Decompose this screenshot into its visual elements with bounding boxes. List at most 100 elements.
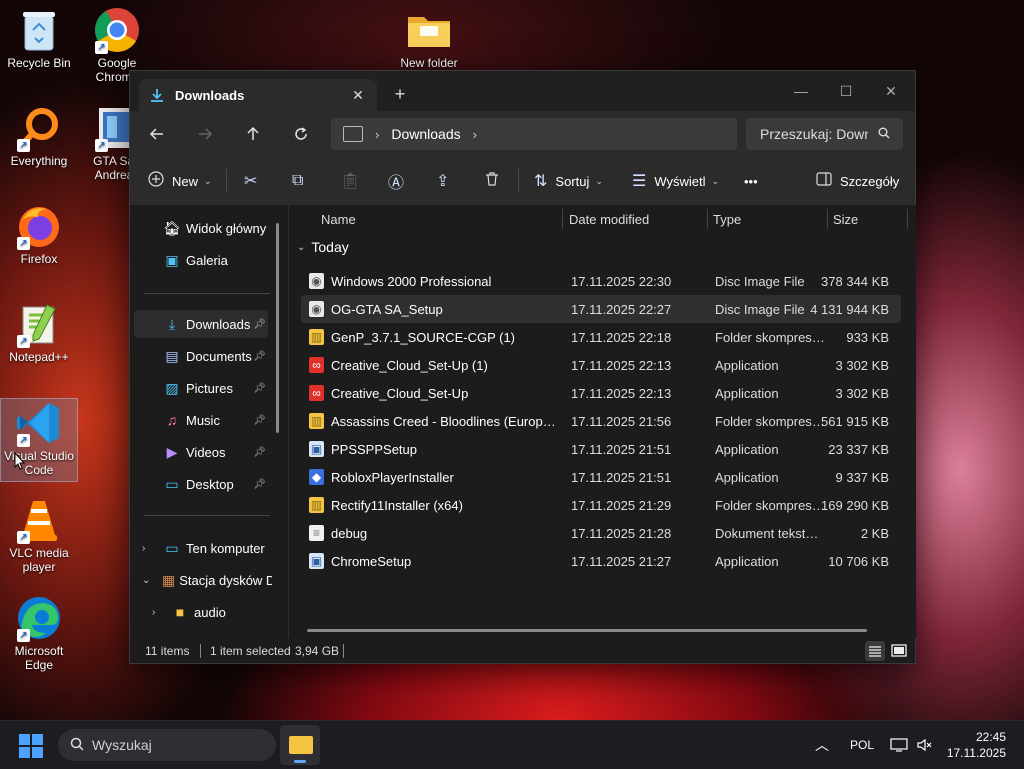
desktop-icon-vlc[interactable]: ↗ VLC media player bbox=[1, 496, 77, 574]
minimize-button[interactable]: — bbox=[778, 77, 824, 105]
address-segment[interactable]: Downloads bbox=[391, 126, 460, 142]
tiles-view-button[interactable] bbox=[889, 641, 909, 661]
details-view-button[interactable] bbox=[865, 641, 885, 661]
desktop-icon-vscode[interactable]: ↗ Visual Studio Code bbox=[0, 398, 78, 482]
start-button[interactable] bbox=[19, 734, 43, 758]
rename-button[interactable]: Ⓐ bbox=[388, 169, 404, 193]
file-row[interactable]: ◉ Windows 2000 Professional 17.11.2025 22:… bbox=[301, 267, 901, 295]
cut-button[interactable]: ✂ bbox=[244, 169, 257, 193]
refresh-button[interactable] bbox=[287, 120, 315, 148]
file-row[interactable]: ▥ Assassins Creed - Bloodlines (Europe) (… bbox=[301, 407, 901, 435]
column-header-type[interactable]: Type bbox=[713, 212, 741, 227]
column-divider[interactable] bbox=[562, 209, 563, 229]
group-header-today[interactable]: ⌄ Today bbox=[297, 239, 349, 255]
back-button[interactable] bbox=[143, 120, 171, 148]
sidebar-item-desktop[interactable]: ▭ Desktop 📌︎ bbox=[134, 470, 268, 498]
column-divider[interactable] bbox=[827, 209, 828, 229]
file-row[interactable]: ◉ OG-GTA SA_Setup 17.11.2025 22:27 Disc Ima… bbox=[301, 295, 901, 323]
sidebar-item-pictures[interactable]: ▨ Pictures 📌︎ bbox=[134, 374, 268, 402]
file-row[interactable]: ▣ PPSSPPSetup 17.11.2025 21:51 Application 2… bbox=[301, 435, 901, 463]
show-hidden-icons-button[interactable]: ︿ bbox=[815, 721, 829, 769]
desktop-icon-recycle-bin[interactable]: Recycle Bin bbox=[1, 6, 77, 70]
arrow-left-icon bbox=[149, 128, 163, 140]
maximize-button[interactable]: ☐ bbox=[823, 77, 869, 105]
chevron-right-icon[interactable]: › bbox=[142, 543, 145, 554]
documents-icon: ▤ bbox=[165, 347, 179, 364]
running-indicator bbox=[294, 760, 306, 763]
windows-logo-icon bbox=[19, 734, 30, 745]
trash-icon bbox=[484, 171, 500, 192]
column-header-date[interactable]: Date modified bbox=[569, 212, 649, 227]
file-type: Disc Image File bbox=[715, 274, 805, 289]
up-button[interactable] bbox=[239, 120, 267, 148]
file-row[interactable]: ∞ Creative_Cloud_Set-Up 17.11.2025 22:13 Ap… bbox=[301, 379, 901, 407]
column-divider[interactable] bbox=[907, 209, 908, 229]
desktop-icon-firefox[interactable]: ↗ Firefox bbox=[1, 202, 77, 266]
group-label: Today bbox=[311, 239, 349, 255]
search-input[interactable]: Przeszukaj: Downloads bbox=[746, 118, 903, 150]
sidebar-item-music[interactable]: ♫ Music 📌︎ bbox=[134, 406, 268, 434]
view-button[interactable]: ☰ Wyświetl ⌄ bbox=[632, 169, 719, 193]
sidebar-scrollbar[interactable] bbox=[276, 223, 279, 433]
file-type: Folder skompresowany bbox=[715, 330, 825, 345]
sidebar-item-documents[interactable]: ▤ Documents 📌︎ bbox=[134, 342, 268, 370]
sidebar-item-home[interactable]: 🏠︎ Widok główny bbox=[134, 214, 268, 242]
horizontal-scrollbar[interactable] bbox=[307, 629, 867, 632]
clock[interactable]: 22:45 17.11.2025 bbox=[947, 729, 1006, 761]
file-row[interactable]: ▣ ChromeSetup 17.11.2025 21:27 Application 1… bbox=[301, 547, 901, 575]
desktop-icon-label: New folder bbox=[400, 56, 458, 70]
search-placeholder: Przeszukaj: Downloads bbox=[760, 126, 868, 142]
taskbar-file-explorer[interactable] bbox=[280, 725, 320, 765]
file-row[interactable]: ∞ Creative_Cloud_Set-Up (1) 17.11.2025 22:… bbox=[301, 351, 901, 379]
column-header-size[interactable]: Size bbox=[833, 212, 858, 227]
file-row[interactable]: ≡ debug 17.11.2025 21:28 Dokument tekstowy 2… bbox=[301, 519, 901, 547]
delete-button[interactable] bbox=[484, 169, 500, 193]
zip-folder-icon: ▥ bbox=[309, 329, 324, 345]
new-button[interactable]: New ⌄ bbox=[148, 169, 212, 193]
volume-button[interactable] bbox=[916, 721, 932, 769]
tab-downloads[interactable]: Downloads ✕ bbox=[139, 79, 377, 111]
language-indicator[interactable]: POL bbox=[850, 721, 874, 769]
chevron-right-icon[interactable]: › bbox=[473, 127, 477, 142]
sort-button[interactable]: ⇅ Sortuj ⌄ bbox=[534, 169, 603, 193]
desktop-icon-notepadpp[interactable]: ↗ Notepad++ bbox=[1, 300, 77, 364]
more-options-button[interactable]: ••• bbox=[744, 169, 758, 193]
sidebar-item-videos[interactable]: ▶ Videos 📌︎ bbox=[134, 438, 268, 466]
home-icon: 🏠︎ bbox=[163, 219, 181, 236]
share-button[interactable]: ⇪ bbox=[436, 169, 449, 193]
sidebar-item-this-pc[interactable]: › ▭ Ten komputer bbox=[134, 534, 268, 562]
file-row[interactable]: ▥ GenP_3.7.1_SOURCE-CGP (1) 17.11.2025 22:… bbox=[301, 323, 901, 351]
network-button[interactable] bbox=[890, 721, 908, 769]
sidebar-item-drive-d[interactable]: ⌄ ▦ Stacja dysków D bbox=[134, 566, 272, 594]
paste-button[interactable]: 📋︎ bbox=[340, 169, 360, 193]
desktop-icon-new-folder[interactable]: New folder bbox=[391, 6, 467, 70]
forward-button[interactable] bbox=[191, 120, 219, 148]
firefox-icon: ↗ bbox=[15, 202, 63, 250]
file-row[interactable]: ◆ RobloxPlayerInstaller 17.11.2025 21:51 Ap… bbox=[301, 463, 901, 491]
sidebar-item-gallery[interactable]: ▣ Galeria bbox=[134, 246, 268, 274]
details-pane-button[interactable]: Szczegóły bbox=[816, 169, 899, 193]
tab-close-button[interactable]: ✕ bbox=[349, 87, 367, 104]
desktop-icon-everything[interactable]: ↗ Everything bbox=[1, 104, 77, 168]
close-button[interactable]: ✕ bbox=[868, 77, 914, 105]
chevron-down-icon[interactable]: ⌄ bbox=[142, 575, 150, 586]
command-bar: New ⌄ ✂ ⧉ 📋︎ Ⓐ ⇪ ⇅ Sortuj ⌄ ☰ Wyświetl ⌄… bbox=[130, 157, 915, 206]
address-bar[interactable]: › Downloads › bbox=[331, 118, 737, 150]
copy-button[interactable]: ⧉ bbox=[292, 169, 303, 193]
sidebar-item-downloads[interactable]: ⤓ Downloads 📌︎ bbox=[134, 310, 268, 338]
sidebar-item-audio[interactable]: › ■ audio bbox=[134, 598, 268, 626]
mouse-cursor-icon bbox=[14, 452, 26, 470]
taskbar-search-input[interactable]: Wyszukaj bbox=[58, 729, 276, 761]
column-divider[interactable] bbox=[707, 209, 708, 229]
sidebar-item-label: Desktop bbox=[186, 476, 234, 492]
folder-icon bbox=[289, 736, 313, 754]
edge-icon: ↗ bbox=[15, 594, 63, 642]
shortcut-arrow-icon: ↗ bbox=[17, 335, 30, 348]
desktop-icon-label: Firefox bbox=[20, 252, 58, 266]
chevron-right-icon[interactable]: › bbox=[152, 607, 155, 618]
desktop-icon-edge[interactable]: ↗ Microsoft Edge bbox=[1, 594, 77, 672]
file-row[interactable]: ▥ Rectify11Installer (x64) 17.11.2025 21:2… bbox=[301, 491, 901, 519]
new-tab-button[interactable]: + bbox=[388, 83, 412, 107]
column-header-name[interactable]: Name bbox=[321, 212, 356, 227]
chevron-up-icon: ︿ bbox=[815, 737, 829, 753]
